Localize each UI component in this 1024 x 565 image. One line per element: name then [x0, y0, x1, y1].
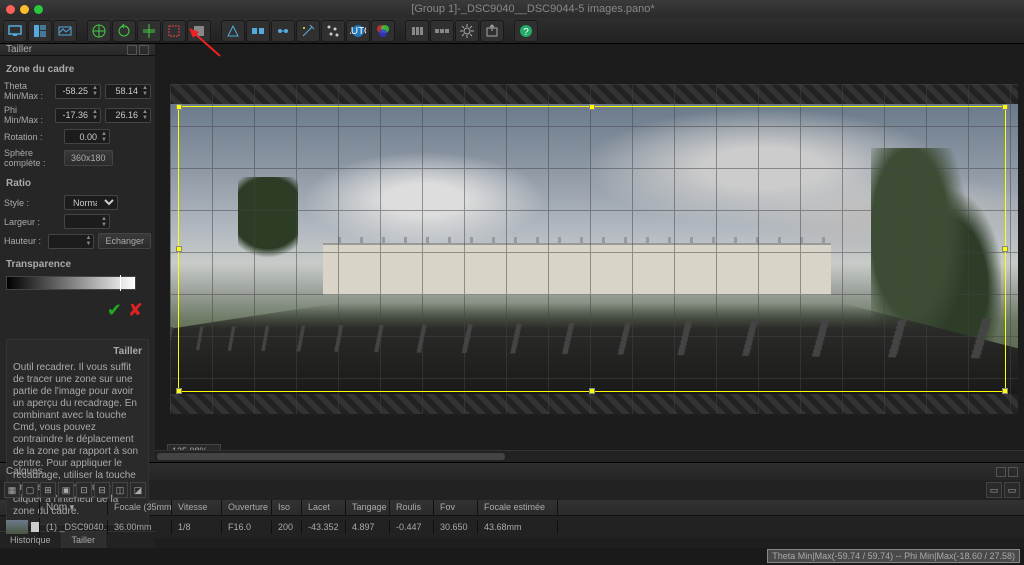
- crop-tool-icon[interactable]: [187, 20, 211, 42]
- status-bar: Theta Min|Max(-59.74 / 59.74) -- Phi Min…: [767, 549, 1020, 563]
- cell-roll: -0.447: [390, 520, 434, 534]
- svg-text:?: ?: [523, 27, 529, 38]
- help-title: Tailler: [13, 346, 142, 358]
- screen-tool-icon[interactable]: [3, 20, 27, 42]
- rotate-tool-icon[interactable]: [112, 20, 136, 42]
- col-iso[interactable]: Iso: [272, 500, 302, 515]
- cell-aperture: F16.0: [222, 520, 272, 534]
- panel-undock-icon[interactable]: [139, 45, 149, 55]
- cell-yaw: -43.352: [302, 520, 346, 534]
- layer-opt2-icon[interactable]: ▭: [1004, 482, 1020, 498]
- style-label: Style :: [4, 198, 60, 208]
- width-label: Largeur :: [4, 217, 60, 227]
- col-pitch[interactable]: Tangage: [346, 500, 390, 515]
- window-title: [Group 1]-_DSC9040__DSC9044-5 images.pan…: [48, 3, 1018, 15]
- height-label: Hauteur :: [4, 236, 44, 246]
- settings-icon[interactable]: [455, 20, 479, 42]
- panel-title: Tailler: [6, 44, 32, 55]
- transparency-section-label: Transparence: [6, 259, 151, 270]
- cell-iso: 200: [272, 520, 302, 534]
- filter1-icon[interactable]: [405, 20, 429, 42]
- style-select[interactable]: Normal: [64, 195, 118, 210]
- theta-min-input[interactable]: ▲▼: [55, 84, 101, 99]
- sphere-button[interactable]: 360x180: [64, 150, 113, 166]
- cell-focal: 36.00mm: [108, 520, 172, 534]
- table-header: Nom ▾ Focale (35mm) Vitesse Ouverture Is…: [0, 500, 1024, 516]
- phi-max-input[interactable]: ▲▼: [105, 108, 151, 123]
- cell-name: (1) _DSC9040...: [40, 520, 108, 534]
- layer-group-icon[interactable]: ⊡: [76, 482, 92, 498]
- layer-remove-icon[interactable]: ▢: [22, 482, 38, 498]
- preview-tool-icon[interactable]: [53, 20, 77, 42]
- layer-add-icon[interactable]: ▦: [4, 482, 20, 498]
- view-scrollbar[interactable]: [155, 450, 1024, 462]
- layer-effect-icon[interactable]: ◫: [112, 482, 128, 498]
- export-icon[interactable]: [480, 20, 504, 42]
- rotation-input[interactable]: ▲▼: [64, 129, 110, 144]
- layer-visible-checkbox[interactable]: [31, 522, 40, 532]
- panel-header: Tailler: [0, 44, 155, 56]
- phi-label: Phi Min/Max :: [4, 105, 51, 125]
- cell-fov: 30.650: [434, 520, 478, 534]
- layers-title: Calques: [6, 466, 43, 477]
- ratio-section-label: Ratio: [6, 178, 151, 189]
- svg-text:AUTO: AUTO: [350, 26, 366, 37]
- height-input[interactable]: ▲▼: [48, 234, 94, 249]
- layers-close-icon[interactable]: [996, 467, 1006, 477]
- apply-icon[interactable]: ✔: [107, 300, 122, 321]
- cell-speed: 1/8: [172, 520, 222, 534]
- transparency-slider[interactable]: [6, 276, 136, 290]
- select-tool-icon[interactable]: [162, 20, 186, 42]
- sphere-label: Sphère complète :: [4, 148, 60, 168]
- layer-link-icon[interactable]: ⊟: [94, 482, 110, 498]
- col-name[interactable]: Nom ▾: [40, 500, 108, 515]
- minimize-window-icon[interactable]: [20, 5, 29, 14]
- layer-folder-icon[interactable]: ⊞: [40, 482, 56, 498]
- layer-paste-icon[interactable]: ▣: [58, 482, 74, 498]
- side-panel: Tailler Zone du cadre Theta Min/Max : ▲▼…: [0, 44, 155, 462]
- move-tool-icon[interactable]: [87, 20, 111, 42]
- auto-icon[interactable]: AUTO: [346, 20, 370, 42]
- cell-pitch: 4.897: [346, 520, 390, 534]
- layer-opt1-icon[interactable]: ▭: [986, 482, 1002, 498]
- width-input[interactable]: ▲▼: [64, 214, 110, 229]
- tab-crop[interactable]: Tailler: [62, 532, 107, 548]
- layers-undock-icon[interactable]: [1008, 467, 1018, 477]
- viewport[interactable]: 135.08%: [155, 44, 1024, 462]
- magic-icon[interactable]: [296, 20, 320, 42]
- points-icon[interactable]: [246, 20, 270, 42]
- cancel-icon[interactable]: ✘: [128, 300, 143, 321]
- theta-max-input[interactable]: ▲▼: [105, 84, 151, 99]
- zoom-window-icon[interactable]: [34, 5, 43, 14]
- layer-thumbnail: [6, 520, 28, 534]
- scatter-icon[interactable]: [321, 20, 345, 42]
- phi-min-input[interactable]: ▲▼: [55, 108, 101, 123]
- help-icon[interactable]: ?: [514, 20, 538, 42]
- window-titlebar: [Group 1]-_DSC9040__DSC9044-5 images.pan…: [0, 0, 1024, 18]
- color-icon[interactable]: [371, 20, 395, 42]
- main-toolbar: AUTO ?: [0, 18, 1024, 44]
- theta-label: Theta Min/Max :: [4, 81, 51, 101]
- rotation-label: Rotation :: [4, 132, 60, 142]
- swap-button[interactable]: Echanger: [98, 233, 151, 249]
- col-fov[interactable]: Fov: [434, 500, 478, 515]
- col-estfocal[interactable]: Focale estimée: [478, 500, 558, 515]
- close-window-icon[interactable]: [6, 5, 15, 14]
- col-focal[interactable]: Focale (35mm): [108, 500, 172, 515]
- filter2-icon[interactable]: [430, 20, 454, 42]
- col-yaw[interactable]: Lacet: [302, 500, 346, 515]
- col-speed[interactable]: Vitesse: [172, 500, 222, 515]
- links-icon[interactable]: [271, 20, 295, 42]
- cell-estfocal: 43.68mm: [478, 520, 558, 534]
- layout-tool-icon[interactable]: [28, 20, 52, 42]
- panel-close-icon[interactable]: [127, 45, 137, 55]
- canvas[interactable]: [170, 84, 1018, 414]
- grid-overlay: [170, 84, 1018, 414]
- layer-mask-icon[interactable]: ◪: [130, 482, 146, 498]
- transform-icon[interactable]: [221, 20, 245, 42]
- col-aperture[interactable]: Ouverture: [222, 500, 272, 515]
- frame-section-label: Zone du cadre: [6, 64, 151, 75]
- align-tool-icon[interactable]: [137, 20, 161, 42]
- col-roll[interactable]: Roulis: [390, 500, 434, 515]
